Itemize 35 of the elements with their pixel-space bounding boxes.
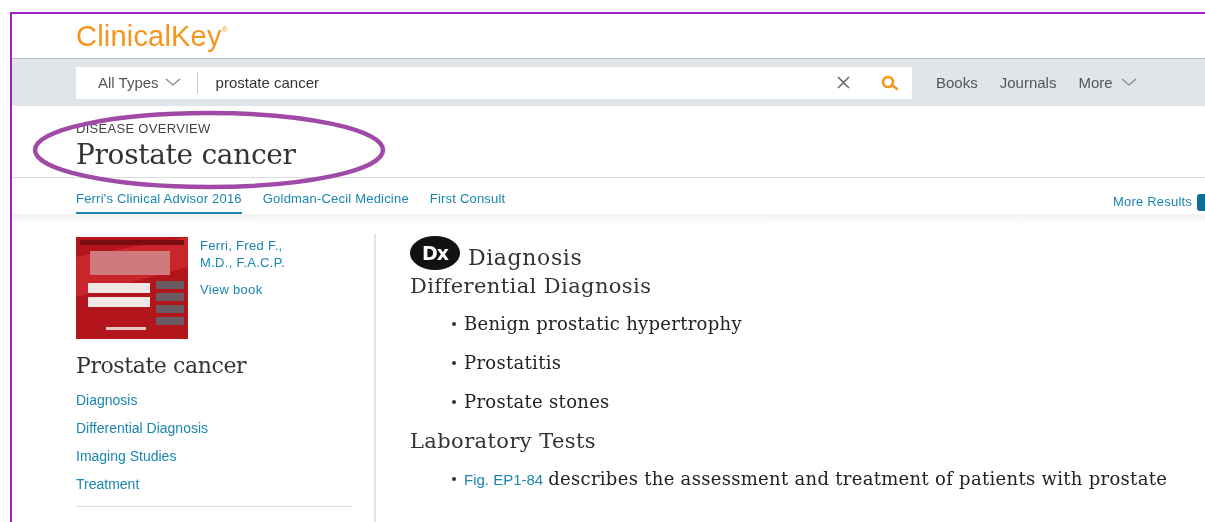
list-item-text: Benign prostatic hypertrophy xyxy=(464,313,742,334)
source-tab[interactable]: Goldman-Cecil Medicine xyxy=(262,191,409,214)
toc-link[interactable]: Treatment xyxy=(76,470,374,498)
article-heading: Diagnosis xyxy=(468,245,583,270)
toc-link[interactable]: Imaging Studies xyxy=(76,442,374,470)
more-results-link[interactable]: More Results xyxy=(1113,194,1192,214)
chevron-down-icon xyxy=(164,78,181,87)
bullet-icon xyxy=(452,360,456,365)
section-heading: Laboratory Tests xyxy=(410,429,597,453)
author-link[interactable]: Ferri, Fred F., M.D., F.A.C.P. xyxy=(200,237,316,271)
bullet-icon xyxy=(452,399,456,404)
results-badge[interactable] xyxy=(1197,194,1205,211)
type-dropdown[interactable]: All Types xyxy=(98,74,159,91)
toc-link[interactable]: Diagnosis xyxy=(76,386,374,414)
list-item-text: Prostatitis xyxy=(464,352,562,373)
section-heading: Differential Diagnosis xyxy=(410,274,653,298)
bullet-icon xyxy=(452,321,456,326)
search-icon[interactable] xyxy=(880,74,900,91)
source-tab[interactable]: First Consult xyxy=(429,191,506,214)
search-field[interactable]: All Types prostate cancer xyxy=(76,66,912,99)
view-book-link[interactable]: View book xyxy=(200,282,316,297)
page-title: Prostate cancer xyxy=(76,138,297,171)
figure-link[interactable]: Fig. EP1-84 xyxy=(464,471,544,488)
dx-badge: Dx xyxy=(410,236,460,270)
clinicalkey-logo[interactable]: ClinicalKey$^{®}$ xyxy=(76,19,228,53)
toc-title: Prostate cancer xyxy=(76,353,248,378)
close-icon[interactable] xyxy=(837,76,850,89)
list-item-text: Prostate stones xyxy=(464,391,610,412)
bullet-icon xyxy=(452,476,456,481)
list-item-text: Fig. EP1-84 describes the assessment and treatment of patients with prostate xyxy=(464,468,1168,489)
nav-link[interactable]: Journals xyxy=(999,74,1057,91)
nav-link[interactable]: More xyxy=(1078,74,1113,91)
toc-link[interactable]: Differential Diagnosis xyxy=(76,414,374,442)
search-input[interactable]: prostate cancer xyxy=(215,74,837,91)
nav-link[interactable]: Books xyxy=(936,74,978,91)
